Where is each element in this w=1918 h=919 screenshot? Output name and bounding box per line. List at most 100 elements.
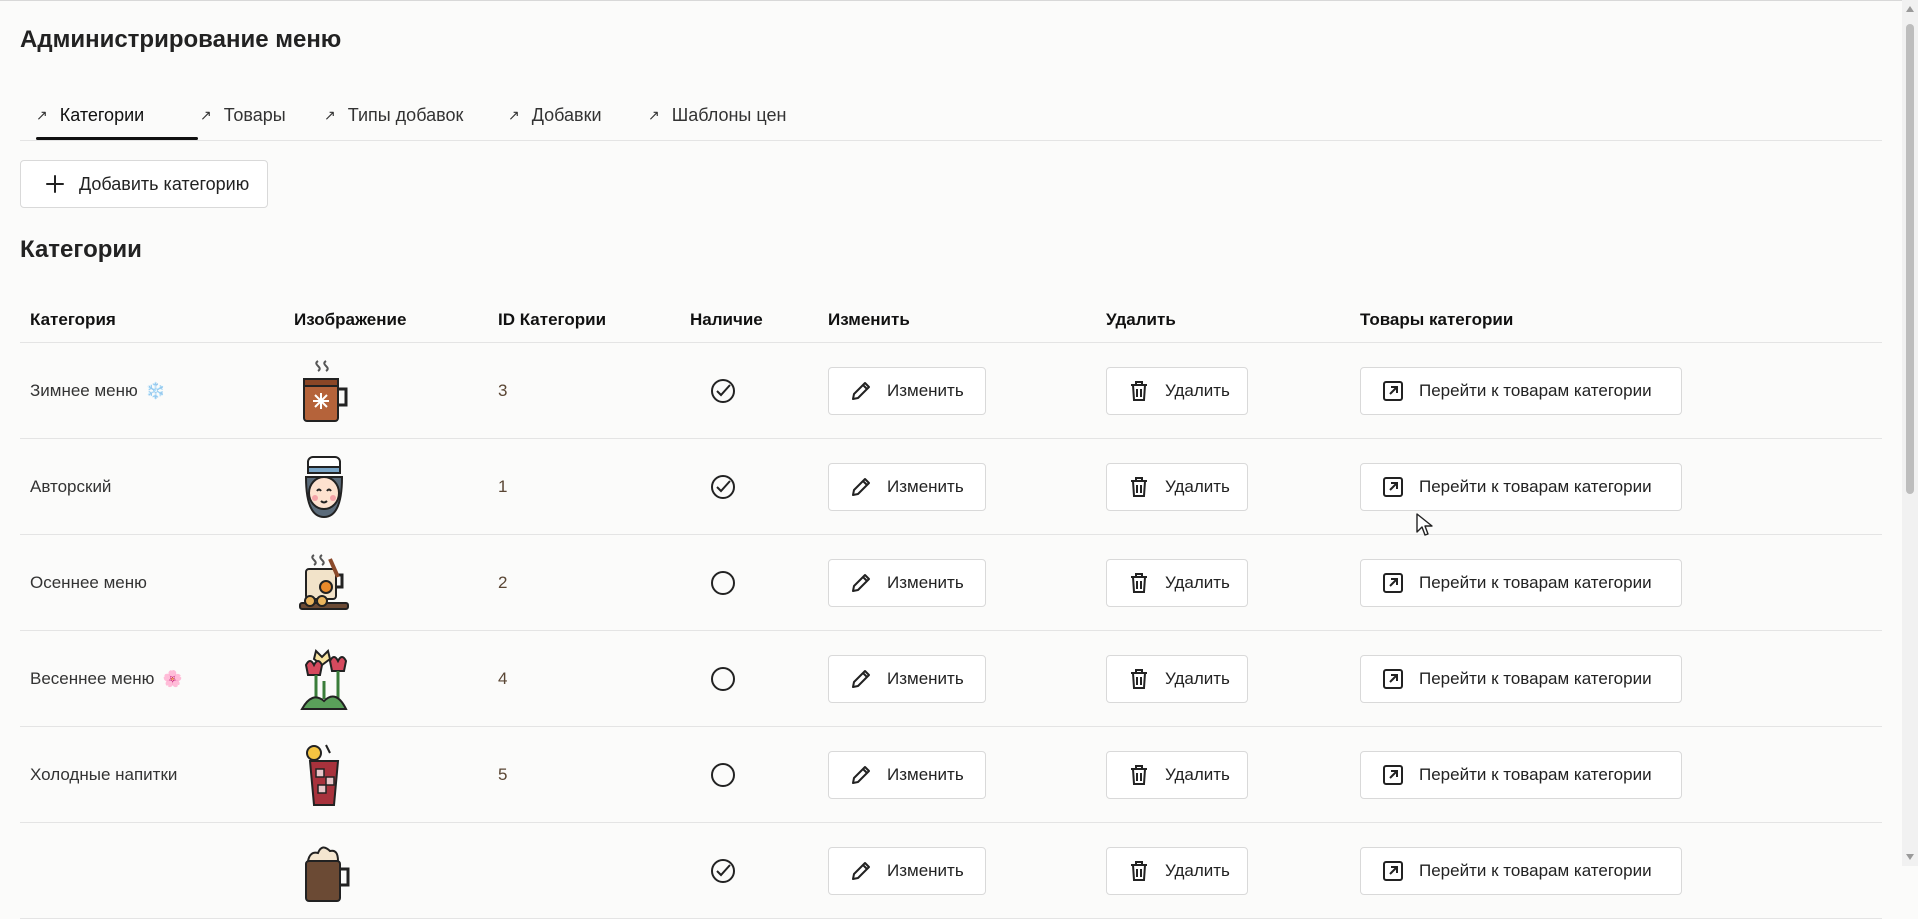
go-to-products-label: Перейти к товарам категории: [1419, 764, 1652, 784]
whipped-cream-mug-icon: [305, 846, 350, 902]
column-header-delete: Удалить: [1106, 310, 1176, 329]
category-id: 3: [498, 380, 508, 400]
go-to-category-products-button[interactable]: Перейти к товарам категории: [1360, 846, 1682, 895]
trash-icon: [1131, 764, 1147, 785]
category-image-cell: [294, 343, 354, 438]
availability-empty-circle-icon: [710, 631, 736, 726]
category-name: Зимнее меню: [30, 380, 138, 400]
availability-check-icon: [710, 439, 736, 534]
go-to-category-products-button[interactable]: Перейти к товарам категории: [1360, 366, 1682, 415]
edit-button[interactable]: Изменить: [828, 750, 986, 799]
tab-addon-types[interactable]: ↗ Типы добавок: [324, 92, 484, 139]
edit-button[interactable]: Изменить: [828, 462, 986, 511]
column-header-id: ID Категории: [498, 310, 607, 329]
availability-check-icon: [710, 823, 736, 918]
category-name-cell: Авторский: [30, 439, 111, 534]
snowflake-emoji: ❄️: [145, 382, 166, 400]
tab-addons[interactable]: ↗ Добавки: [508, 92, 618, 139]
delete-label: Удалить: [1165, 380, 1230, 400]
tulips-icon: [300, 648, 348, 710]
go-to-category-products-button[interactable]: Перейти к товарам категории: [1360, 750, 1682, 799]
trash-icon: [1131, 668, 1147, 689]
delete-button[interactable]: Удалить: [1106, 654, 1248, 703]
category-image-cell: [294, 727, 354, 822]
edit-button[interactable]: Изменить: [828, 366, 986, 415]
category-image-cell: [294, 823, 354, 918]
go-to-products-label: Перейти к товарам категории: [1419, 668, 1652, 688]
category-image-cell: [294, 439, 354, 534]
go-to-products-label: Перейти к товарам категории: [1419, 860, 1652, 880]
tab-products[interactable]: ↗ Товары: [200, 92, 310, 139]
iced-drink-icon: [306, 744, 340, 806]
category-name-cell: Весеннее меню 🌸: [30, 631, 182, 726]
categories-table: Категория Изображение ID Категории Налич…: [20, 298, 1882, 919]
edit-label: Изменить: [887, 476, 964, 496]
category-image-cell: [294, 631, 354, 726]
delete-button[interactable]: Удалить: [1106, 558, 1248, 607]
table-header: Категория Изображение ID Категории Налич…: [20, 298, 1882, 343]
scroll-up-arrow-icon[interactable]: [1906, 6, 1914, 12]
arrow-up-right-icon: ↗: [200, 107, 212, 123]
top-border: [0, 0, 1918, 1]
edit-label: Изменить: [887, 572, 964, 592]
delete-label: Удалить: [1165, 764, 1230, 784]
table-row: Весеннее меню 🌸 4 Изменить Удалить Перей…: [20, 631, 1882, 727]
table-row: Зимнее меню ❄️ 3 Изменить Удалить Перейт…: [20, 343, 1882, 439]
autumn-drink-cookies-icon: [299, 553, 349, 610]
chef-girl-icon: [304, 455, 344, 518]
availability-empty-circle-icon: [710, 535, 736, 630]
edit-label: Изменить: [887, 668, 964, 688]
section-title: Категории: [20, 236, 142, 263]
tab-label: Товары: [223, 105, 286, 125]
category-name-cell: Холодные напитки: [30, 727, 177, 822]
edit-label: Изменить: [887, 764, 964, 784]
external-link-icon: [1383, 476, 1403, 497]
vertical-scrollbar[interactable]: [1902, 0, 1918, 866]
tab-categories[interactable]: ↗ Категории: [36, 92, 198, 140]
add-category-button[interactable]: Добавить категорию: [20, 160, 268, 208]
column-header-image: Изображение: [294, 310, 407, 329]
go-to-category-products-button[interactable]: Перейти к товарам категории: [1360, 654, 1682, 703]
tab-price-templates[interactable]: ↗ Шаблоны цен: [648, 92, 798, 139]
column-header-edit: Изменить: [828, 310, 910, 329]
delete-button[interactable]: Удалить: [1106, 366, 1248, 415]
go-to-products-label: Перейти к товарам категории: [1419, 572, 1652, 592]
tab-label: Типы добавок: [347, 105, 464, 125]
delete-button[interactable]: Удалить: [1106, 750, 1248, 799]
pencil-icon: [852, 861, 870, 880]
availability-empty-circle-icon: [710, 727, 736, 822]
pencil-icon: [852, 381, 870, 400]
go-to-category-products-button[interactable]: Перейти к товарам категории: [1360, 558, 1682, 607]
hot-cocoa-mug-icon: [303, 359, 348, 422]
availability-check-icon: [710, 343, 736, 438]
scroll-down-arrow-icon[interactable]: [1906, 854, 1914, 860]
table-row: Авторский 1 Изменить Удалить Перейти к т…: [20, 439, 1882, 535]
external-link-icon: [1383, 764, 1403, 785]
tab-label: Добавки: [531, 105, 602, 125]
category-id: 5: [498, 764, 508, 784]
edit-button[interactable]: Изменить: [828, 558, 986, 607]
delete-button[interactable]: Удалить: [1106, 462, 1248, 511]
column-header-category-products: Товары категории: [1360, 310, 1514, 329]
scrollbar-thumb[interactable]: [1906, 24, 1914, 494]
pencil-icon: [852, 765, 870, 784]
delete-button[interactable]: Удалить: [1106, 846, 1248, 895]
edit-button[interactable]: Изменить: [828, 654, 986, 703]
table-row: Осеннее меню 2 Изменить Удалить Перейти …: [20, 535, 1882, 631]
page-title: Администрирование меню: [20, 26, 342, 53]
add-category-label: Добавить категорию: [79, 173, 250, 194]
arrow-up-right-icon: ↗: [324, 107, 336, 123]
edit-label: Изменить: [887, 860, 964, 880]
external-link-icon: [1383, 668, 1403, 689]
external-link-icon: [1383, 380, 1403, 401]
pencil-icon: [852, 669, 870, 688]
trash-icon: [1131, 572, 1147, 593]
go-to-category-products-button[interactable]: Перейти к товарам категории: [1360, 462, 1682, 511]
edit-button[interactable]: Изменить: [828, 846, 986, 895]
arrow-up-right-icon: ↗: [36, 107, 48, 123]
table-row: Изменить Удалить Перейти к товарам катег…: [20, 823, 1882, 919]
go-to-products-label: Перейти к товарам категории: [1419, 476, 1652, 496]
category-id: 2: [498, 572, 508, 592]
table-row: Холодные напитки 5 Изменить Удалить Пере…: [20, 727, 1882, 823]
delete-label: Удалить: [1165, 860, 1230, 880]
